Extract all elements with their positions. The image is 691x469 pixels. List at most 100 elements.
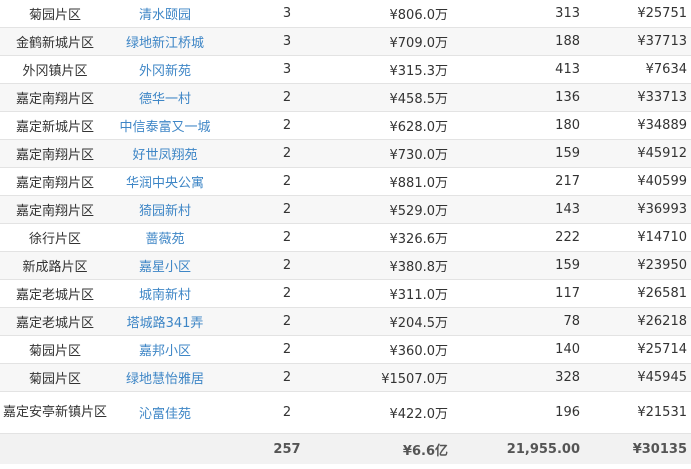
count-cell: 188 [490, 27, 622, 56]
community-link[interactable]: 华润中央公寓 [126, 176, 204, 191]
community-link[interactable]: 好世凤翔苑 [132, 148, 197, 163]
data-table: 菊园片区 清水颐园 3 ¥806.0万 313 ¥25751 金鹤新城片区 绿地新江桥城 3 ¥7… [0, 0, 691, 464]
total-price-cell: ¥458.5万 [354, 83, 490, 112]
avg-price-cell: ¥45912 [622, 139, 691, 168]
table-row: 嘉定南翔片区 德华一村 2 ¥458.5万 136 ¥33713 [0, 83, 691, 112]
count-cell: 196 [490, 391, 622, 434]
avg-price-cell: ¥25751 [622, 0, 691, 28]
avg-price-cell: ¥7634 [622, 55, 691, 84]
table-row: 嘉定安亭新镇片区 沁富佳苑 2 ¥422.0万 196 ¥21531 [0, 391, 691, 434]
count-cell: 328 [490, 363, 622, 392]
community-link[interactable]: 城南新村 [139, 288, 191, 303]
district-cell: 嘉定南翔片区 [0, 167, 110, 196]
listings-cell: 2 [220, 363, 354, 392]
listings-cell: 3 [220, 27, 354, 56]
district-cell: 金鹤新城片区 [0, 27, 110, 56]
count-cell: 313 [490, 0, 622, 28]
table-row: 菊园片区 绿地慧怡雅居 2 ¥1507.0万 328 ¥45945 [0, 363, 691, 392]
community-cell: 蔷薇苑 [110, 223, 220, 252]
table-row: 新成路片区 嘉星小区 2 ¥380.8万 159 ¥23950 [0, 251, 691, 280]
district-cell: 嘉定南翔片区 [0, 195, 110, 224]
totals-row: 257 ¥6.6亿 21,955.00 ¥30135 [0, 433, 691, 464]
community-cell: 清水颐园 [110, 0, 220, 28]
listings-cell: 2 [220, 83, 354, 112]
listings-cell: 2 [220, 279, 354, 308]
count-cell: 413 [490, 55, 622, 84]
count-cell: 159 [490, 251, 622, 280]
count-cell: 180 [490, 111, 622, 140]
total-price-cell: ¥529.0万 [354, 195, 490, 224]
total-price-cell: ¥422.0万 [354, 391, 490, 434]
district-cell: 嘉定新城片区 [0, 111, 110, 140]
district-cell: 嘉定安亭新镇片区 [0, 391, 110, 434]
community-link[interactable]: 嘉星小区 [139, 260, 191, 275]
table-row: 菊园片区 嘉邦小区 2 ¥360.0万 140 ¥25714 [0, 335, 691, 364]
community-cell: 城南新村 [110, 279, 220, 308]
count-cell: 78 [490, 307, 622, 336]
listings-cell: 2 [220, 195, 354, 224]
community-cell: 绿地慧怡雅居 [110, 363, 220, 392]
community-link[interactable]: 塔城路341弄 [127, 316, 204, 331]
community-cell: 中信泰富又一城 [110, 111, 220, 140]
community-cell: 绿地新江桥城 [110, 27, 220, 56]
table-row: 菊园片区 清水颐园 3 ¥806.0万 313 ¥25751 [0, 0, 691, 28]
community-cell: 华润中央公寓 [110, 167, 220, 196]
district-cell: 菊园片区 [0, 363, 110, 392]
total-price-cell: ¥204.5万 [354, 307, 490, 336]
district-cell: 嘉定南翔片区 [0, 139, 110, 168]
table-row: 徐行片区 蔷薇苑 2 ¥326.6万 222 ¥14710 [0, 223, 691, 252]
count-cell: 222 [490, 223, 622, 252]
count-cell: 143 [490, 195, 622, 224]
total-price-cell: ¥730.0万 [354, 139, 490, 168]
table-row: 嘉定南翔片区 猗园新村 2 ¥529.0万 143 ¥36993 [0, 195, 691, 224]
listings-cell: 2 [220, 167, 354, 196]
avg-price-cell: ¥26218 [622, 307, 691, 336]
community-link[interactable]: 外冈新苑 [139, 64, 191, 79]
total-price-cell: ¥709.0万 [354, 27, 490, 56]
avg-price-cell: ¥40599 [622, 167, 691, 196]
community-link[interactable]: 绿地慧怡雅居 [126, 372, 204, 387]
avg-price-cell: ¥14710 [622, 223, 691, 252]
community-link[interactable]: 中信泰富又一城 [119, 120, 210, 135]
community-link[interactable]: 沁富佳苑 [139, 407, 191, 422]
listings-cell: 2 [220, 111, 354, 140]
community-cell: 沁富佳苑 [110, 391, 220, 434]
community-cell: 外冈新苑 [110, 55, 220, 84]
avg-price-cell: ¥34889 [622, 111, 691, 140]
table-row: 金鹤新城片区 绿地新江桥城 3 ¥709.0万 188 ¥37713 [0, 27, 691, 56]
totals-listings: 257 [220, 433, 354, 464]
avg-price-cell: ¥25714 [622, 335, 691, 364]
table-footer: 257 ¥6.6亿 21,955.00 ¥30135 [0, 433, 691, 464]
community-link[interactable]: 嘉邦小区 [139, 344, 191, 359]
community-link[interactable]: 猗园新村 [139, 204, 191, 219]
total-price-cell: ¥380.8万 [354, 251, 490, 280]
district-cell: 嘉定南翔片区 [0, 83, 110, 112]
avg-price-cell: ¥45945 [622, 363, 691, 392]
avg-price-cell: ¥21531 [622, 391, 691, 434]
community-link[interactable]: 蔷薇苑 [145, 232, 184, 247]
district-cell: 徐行片区 [0, 223, 110, 252]
avg-price-cell: ¥23950 [622, 251, 691, 280]
listings-cell: 2 [220, 223, 354, 252]
count-cell: 217 [490, 167, 622, 196]
community-link[interactable]: 绿地新江桥城 [126, 36, 204, 51]
community-link[interactable]: 德华一村 [139, 92, 191, 107]
count-cell: 136 [490, 83, 622, 112]
community-cell: 嘉邦小区 [110, 335, 220, 364]
count-cell: 159 [490, 139, 622, 168]
table-row: 嘉定南翔片区 华润中央公寓 2 ¥881.0万 217 ¥40599 [0, 167, 691, 196]
community-link[interactable]: 清水颐园 [139, 8, 191, 23]
community-cell: 好世凤翔苑 [110, 139, 220, 168]
district-cell: 新成路片区 [0, 251, 110, 280]
listings-cell: 2 [220, 139, 354, 168]
listings-cell: 2 [220, 251, 354, 280]
listings-cell: 3 [220, 55, 354, 84]
total-price-cell: ¥360.0万 [354, 335, 490, 364]
total-price-cell: ¥1507.0万 [354, 363, 490, 392]
table-row: 嘉定南翔片区 好世凤翔苑 2 ¥730.0万 159 ¥45912 [0, 139, 691, 168]
totals-count: 21,955.00 [490, 433, 622, 464]
district-cell: 外冈镇片区 [0, 55, 110, 84]
district-cell: 菊园片区 [0, 0, 110, 28]
total-price-cell: ¥881.0万 [354, 167, 490, 196]
totals-total-price: ¥6.6亿 [354, 433, 490, 464]
